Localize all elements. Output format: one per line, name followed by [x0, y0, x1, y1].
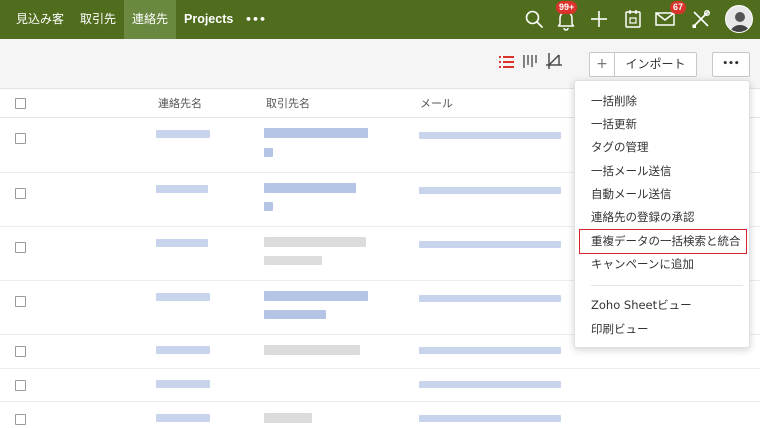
canvas-view-icon[interactable]	[545, 52, 563, 70]
row-checkbox[interactable]	[15, 380, 26, 391]
menu-item-manage-tags[interactable]: タグの管理	[591, 137, 649, 157]
select-all-checkbox[interactable]	[15, 98, 26, 109]
account-name-cell-line2	[264, 256, 322, 265]
email-cell[interactable]	[419, 415, 561, 422]
menu-item-add-to-campaign[interactable]: キャンペーンに追加	[591, 254, 694, 274]
account-name-cell[interactable]	[264, 345, 360, 355]
menu-item-mass-update[interactable]: 一括更新	[591, 114, 637, 134]
menu-divider	[591, 285, 743, 286]
search-icon[interactable]	[524, 9, 544, 29]
account-name-cell-line2	[264, 310, 326, 319]
account-name-cell[interactable]	[264, 128, 368, 138]
contact-name-cell[interactable]	[156, 185, 208, 193]
table-row[interactable]	[0, 402, 760, 428]
add-icon[interactable]	[589, 9, 609, 29]
account-name-cell[interactable]	[264, 237, 366, 247]
tools-icon[interactable]	[691, 9, 711, 29]
top-nav-bar: 見込み客 取引先 連絡先 Projects ••• 99+ 67	[0, 0, 760, 39]
contact-name-cell[interactable]	[156, 239, 208, 247]
account-name-cell[interactable]	[264, 183, 356, 193]
mail-icon[interactable]	[655, 11, 675, 27]
email-cell[interactable]	[419, 381, 561, 388]
menu-item-approve-contacts[interactable]: 連絡先の登録の承認	[591, 207, 695, 227]
menu-item-auto-email[interactable]: 自動メール送信	[591, 184, 672, 204]
contact-name-cell[interactable]	[156, 293, 210, 301]
import-button[interactable]: インポート	[615, 53, 696, 76]
table-row[interactable]	[0, 369, 760, 402]
calendar-icon[interactable]	[624, 9, 642, 29]
menu-item-mass-delete[interactable]: 一括削除	[591, 91, 637, 111]
contact-name-cell[interactable]	[156, 346, 210, 354]
row-checkbox[interactable]	[15, 188, 26, 199]
menu-item-deduplicate[interactable]: 重複データの一括検索と統合	[579, 229, 747, 254]
notifications-badge: 99+	[556, 1, 578, 14]
avatar[interactable]	[725, 5, 753, 33]
row-checkbox[interactable]	[15, 296, 26, 307]
account-name-cell[interactable]	[264, 413, 312, 423]
email-cell[interactable]	[419, 187, 561, 194]
more-actions-button[interactable]: •••	[712, 52, 750, 77]
row-checkbox[interactable]	[15, 414, 26, 425]
account-name-cell[interactable]	[264, 291, 368, 301]
more-tabs-button[interactable]: •••	[245, 0, 266, 39]
tab-contacts[interactable]: 連絡先	[124, 0, 176, 39]
add-contact-button[interactable]: +	[590, 53, 615, 76]
tab-leads[interactable]: 見込み客	[16, 0, 64, 39]
contact-name-cell[interactable]	[156, 130, 210, 138]
user-avatar-icon	[730, 12, 750, 32]
account-name-cell-line2	[264, 148, 273, 157]
menu-item-print-view[interactable]: 印刷ビュー	[591, 319, 649, 339]
email-cell[interactable]	[419, 241, 561, 248]
column-header-email[interactable]: メール	[420, 89, 453, 118]
kanban-view-icon[interactable]	[523, 54, 537, 69]
row-checkbox[interactable]	[15, 133, 26, 144]
column-header-account-name[interactable]: 取引先名	[266, 89, 310, 118]
email-cell[interactable]	[419, 295, 561, 302]
mail-badge: 67	[670, 1, 687, 14]
column-header-contact-name[interactable]: 連絡先名	[158, 89, 202, 118]
menu-item-mass-email[interactable]: 一括メール送信	[591, 161, 672, 181]
tab-projects[interactable]: Projects	[184, 0, 233, 39]
email-cell[interactable]	[419, 132, 561, 139]
list-view-icon[interactable]	[499, 55, 514, 69]
more-actions-menu: 一括削除 一括更新 タグの管理 一括メール送信 自動メール送信 連絡先の登録の承…	[574, 80, 750, 348]
contact-name-cell[interactable]	[156, 414, 210, 422]
account-name-cell-line2	[264, 202, 273, 211]
contact-name-cell[interactable]	[156, 380, 210, 388]
menu-item-zoho-sheet-view[interactable]: Zoho Sheetビュー	[591, 295, 692, 315]
row-checkbox[interactable]	[15, 242, 26, 253]
row-checkbox[interactable]	[15, 346, 26, 357]
import-button-group: + インポート	[589, 52, 697, 77]
email-cell[interactable]	[419, 347, 561, 354]
tab-accounts[interactable]: 取引先	[80, 0, 116, 39]
